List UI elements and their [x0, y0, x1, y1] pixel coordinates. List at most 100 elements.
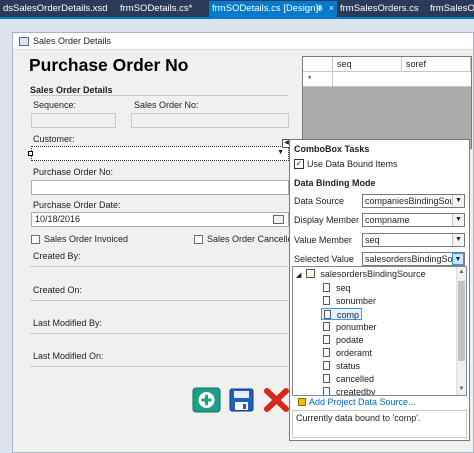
- binding-source-icon: [305, 269, 315, 278]
- field-icon: [323, 335, 330, 344]
- value-member-label: Value Member: [294, 235, 352, 245]
- field-icon: [323, 348, 330, 357]
- field-icon: [323, 283, 330, 292]
- plus-circle-icon: [192, 387, 221, 413]
- save-button[interactable]: [227, 387, 256, 413]
- group-separator: [30, 95, 288, 96]
- use-data-bound-label: Use Data Bound Items: [307, 159, 398, 169]
- tab-label: frmSODetails.cs*: [120, 3, 193, 14]
- tree-item[interactable]: podate: [323, 334, 364, 346]
- chevron-down-icon[interactable]: ▼: [277, 149, 284, 156]
- tab-frmsalesorders-truncated[interactable]: frmSalesO: [427, 1, 474, 17]
- chevron-down-icon[interactable]: ▼: [452, 253, 464, 265]
- field-icon: [323, 361, 330, 370]
- scrollbar-thumb[interactable]: [458, 281, 465, 361]
- data-binding-mode-title: Data Binding Mode: [294, 178, 376, 188]
- customer-label: Customer:: [33, 134, 75, 144]
- tab-label: frmSalesOrders.cs: [340, 3, 419, 14]
- grid-new-row-marker[interactable]: *: [303, 72, 333, 87]
- tab-label: frmSODetails.cs [Design]*: [212, 3, 322, 14]
- sequence-field: [31, 113, 116, 128]
- collapse-icon[interactable]: ◢: [296, 272, 301, 279]
- sales-order-cancelled-label: Sales Order Cancelled: [207, 234, 298, 244]
- sales-order-invoiced-label: Sales Order Invoiced: [44, 234, 129, 244]
- tab-dssalesorderdetails-xsd[interactable]: dsSalesOrderDetails.xsd: [0, 1, 117, 17]
- display-member-combo[interactable]: compname ▼: [362, 213, 465, 227]
- value-member-combo[interactable]: seq ▼: [362, 233, 465, 247]
- binding-status: Currently data bound to 'comp'.: [292, 410, 467, 438]
- purchase-order-date-picker[interactable]: 10/18/2016: [31, 212, 289, 227]
- chevron-down-icon[interactable]: ▼: [452, 234, 464, 246]
- sales-order-no-label: Sales Order No:: [134, 100, 199, 110]
- tab-frmsalesorders-cs[interactable]: frmSalesOrders.cs: [337, 1, 427, 17]
- add-project-data-source-link[interactable]: Add Project Data Source...: [292, 396, 467, 409]
- scroll-up-icon[interactable]: ▲: [457, 267, 466, 277]
- field-icon: [324, 310, 331, 319]
- tree-root[interactable]: ◢ salesordersBindingSource: [296, 268, 425, 280]
- sales-order-cancelled-checkbox[interactable]: [194, 235, 203, 244]
- chevron-down-icon[interactable]: ▼: [452, 214, 464, 226]
- page-title: Purchase Order No: [29, 55, 189, 75]
- customer-combobox[interactable]: ▼: [31, 146, 289, 161]
- tasks-title: ComboBox Tasks: [294, 144, 370, 154]
- sequence-label: Sequence:: [33, 100, 77, 110]
- data-source-value: companiesBindingSou: [365, 196, 455, 206]
- cancel-button[interactable]: [262, 387, 291, 413]
- created-on-label: Created On:: [33, 285, 83, 295]
- data-source-label: Data Source: [294, 196, 345, 206]
- last-modified-by-label: Last Modified By:: [33, 318, 103, 328]
- tree-scrollbar[interactable]: ▲ ▼: [456, 267, 466, 395]
- tree-item[interactable]: ponumber: [323, 321, 377, 333]
- tree-root-label: salesordersBindingSource: [320, 269, 426, 279]
- add-data-source-icon: [298, 398, 306, 406]
- resize-handle[interactable]: [28, 151, 33, 156]
- selected-value-label: Selected Value: [294, 254, 354, 264]
- pin-icon[interactable]: ⊕: [316, 1, 323, 16]
- field-icon: [323, 322, 330, 331]
- tree-item[interactable]: orderamt: [323, 347, 372, 359]
- tree-item[interactable]: sonumber: [323, 295, 376, 307]
- last-modified-on-label: Last Modified On:: [33, 351, 104, 361]
- grid-corner-header: [303, 57, 333, 72]
- tree-item[interactable]: status: [323, 360, 360, 372]
- tree-item[interactable]: cancelled: [323, 373, 374, 385]
- data-source-combo[interactable]: companiesBindingSou ▼: [362, 194, 465, 208]
- selected-value-combo[interactable]: salesordersBindingSourc ▼: [362, 252, 465, 266]
- created-by-line: [30, 266, 288, 267]
- chevron-down-icon[interactable]: ▼: [452, 195, 464, 207]
- close-icon[interactable]: ×: [329, 1, 334, 16]
- use-data-bound-checkbox[interactable]: ✓: [294, 159, 304, 169]
- tree-item[interactable]: createdby: [323, 386, 376, 396]
- tree-item-selected[interactable]: comp: [321, 308, 363, 320]
- tree-item[interactable]: seq: [323, 282, 351, 294]
- tab-frmsodetails-cs[interactable]: frmSODetails.cs*: [117, 1, 209, 17]
- sales-order-no-field: [131, 113, 289, 128]
- display-member-value: compname: [365, 215, 410, 225]
- sales-order-invoiced-checkbox[interactable]: [31, 235, 40, 244]
- tree-item-label: createdby: [336, 387, 376, 396]
- data-grid[interactable]: seq soref *: [302, 56, 472, 149]
- form-title: Sales Order Details: [33, 36, 112, 46]
- purchase-order-no-label: Purchase Order No:: [33, 167, 114, 177]
- value-member-value: seq: [365, 235, 380, 245]
- add-button[interactable]: [192, 387, 221, 413]
- data-source-tree[interactable]: ◢ salesordersBindingSource seq sonumber …: [292, 266, 467, 396]
- scroll-down-icon[interactable]: ▼: [457, 384, 466, 394]
- group-title: Sales Order Details: [30, 85, 113, 95]
- combobox-tasks-panel: ComboBox Tasks ✓ Use Data Bound Items Da…: [289, 139, 470, 441]
- field-icon: [323, 387, 330, 395]
- tree-item-label: seq: [336, 283, 351, 293]
- floppy-disk-icon: [229, 388, 254, 412]
- grid-column-header[interactable]: soref: [402, 57, 471, 72]
- form-titlebar: Sales Order Details: [13, 33, 473, 50]
- tree-item-label: orderamt: [336, 348, 373, 358]
- purchase-order-no-input[interactable]: [31, 180, 289, 195]
- form-icon: [19, 37, 29, 46]
- tree-item-label: cancelled: [336, 374, 375, 384]
- grid-column-header[interactable]: seq: [333, 57, 402, 72]
- selected-value-value: salesordersBindingSourc: [365, 254, 465, 264]
- calendar-icon[interactable]: [273, 215, 284, 224]
- tab-frmsodetails-design[interactable]: frmSODetails.cs [Design]* ⊕ ×: [209, 1, 337, 17]
- tab-label: dsSalesOrderDetails.xsd: [3, 3, 108, 14]
- grid-new-row[interactable]: [333, 72, 471, 87]
